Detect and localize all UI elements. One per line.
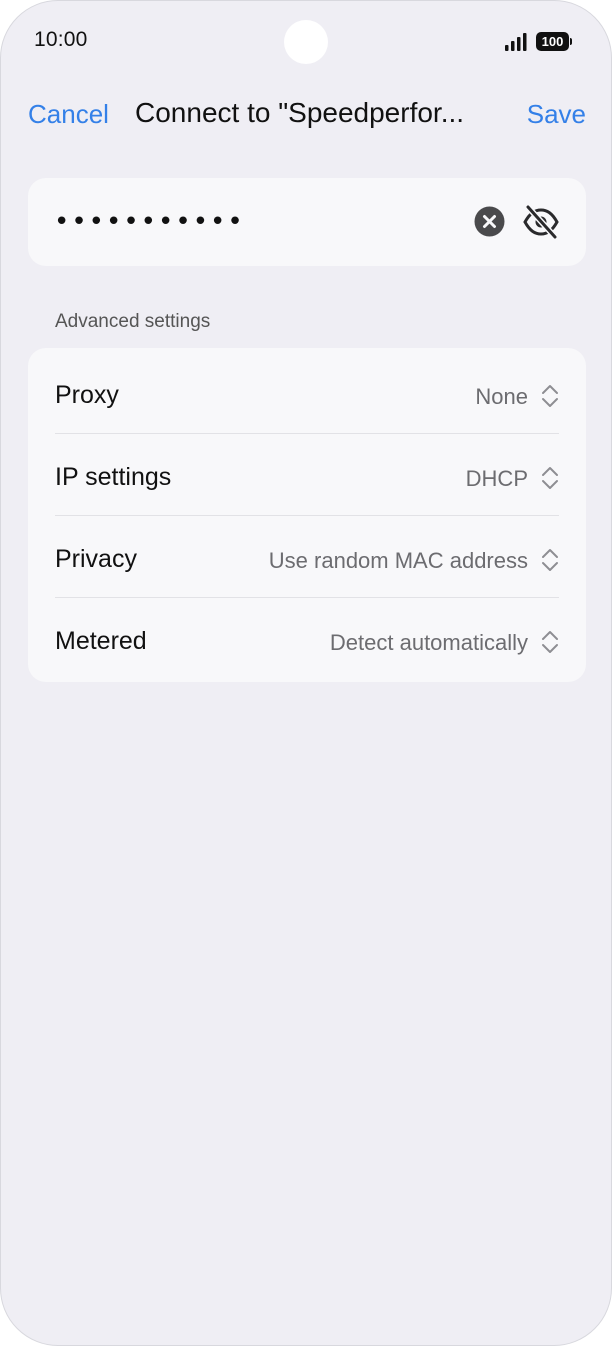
password-card — [28, 178, 586, 266]
setting-label: Metered — [55, 627, 147, 655]
clear-icon[interactable] — [474, 206, 505, 237]
page-title: Connect to "Speedperfor... — [135, 97, 465, 128]
signal-icon — [505, 33, 527, 51]
battery-icon: 100 — [536, 32, 572, 51]
header: Cancel Connect to "Speedperfor... Save — [1, 89, 611, 141]
password-input[interactable] — [54, 200, 454, 244]
setting-value: None — [475, 384, 528, 409]
section-label-advanced: Advanced settings — [55, 311, 211, 332]
battery-level: 100 — [541, 34, 564, 49]
chevron-up-down-icon — [542, 467, 558, 489]
setting-label: IP settings — [55, 463, 172, 491]
setting-value: Detect automatically — [329, 630, 528, 655]
chevron-up-down-icon — [542, 549, 558, 571]
setting-label: Proxy — [55, 381, 119, 409]
setting-row-ip-settings[interactable]: IP settings DHCP — [28, 434, 586, 516]
camera-cutout — [284, 20, 328, 64]
setting-label: Privacy — [55, 545, 137, 573]
status-bar: 10:00 100 — [1, 1, 611, 83]
cancel-button[interactable]: Cancel — [28, 99, 109, 130]
status-time: 10:00 — [34, 28, 88, 51]
phone-screen: 10:00 100 Cancel Connect to "Speedperfor… — [0, 0, 612, 1346]
setting-row-proxy[interactable]: Proxy None — [28, 352, 586, 434]
setting-value: DHCP — [465, 466, 528, 491]
battery-tip — [570, 38, 572, 45]
save-button[interactable]: Save — [527, 99, 586, 130]
advanced-settings-card: Proxy None IP settings DHCP Privacy Use … — [28, 348, 586, 682]
setting-value: Use random MAC address — [268, 548, 528, 573]
chevron-up-down-icon — [542, 631, 558, 653]
chevron-up-down-icon — [542, 385, 558, 407]
setting-row-metered[interactable]: Metered Detect automatically — [28, 598, 586, 680]
hide-password-icon[interactable] — [522, 204, 560, 240]
setting-row-privacy[interactable]: Privacy Use random MAC address — [28, 516, 586, 598]
